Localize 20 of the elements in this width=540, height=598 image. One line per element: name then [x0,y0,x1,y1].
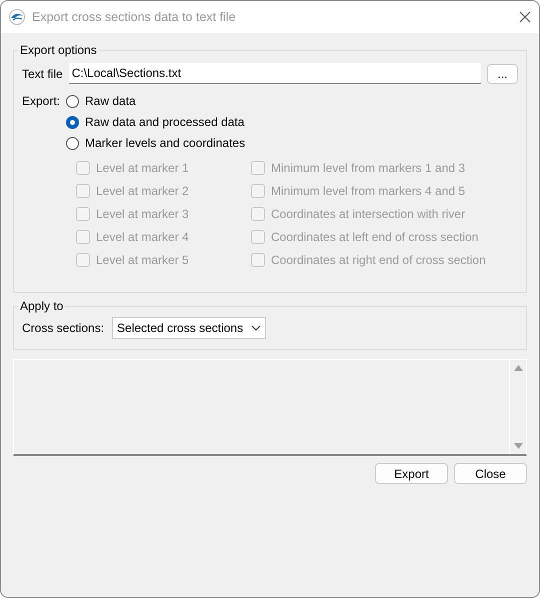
group-title: Apply to [19,299,64,313]
app-logo-icon [9,9,25,25]
dialog-button[interactable]: Close [454,463,527,484]
field-label: Cross sections: [22,321,104,335]
radio-button[interactable]: Raw data and processed data [66,115,518,129]
browse-button[interactable]: ... [487,64,518,84]
cross-sections-dropdown[interactable]: Selected cross sections [112,317,266,339]
scroll-down-icon[interactable] [514,443,522,449]
field-label: Export: [22,94,62,108]
dialog-button[interactable]: Export [375,463,448,484]
scroll-up-icon[interactable] [514,365,522,371]
radio-button[interactable]: Marker levels and coordinates [66,136,518,150]
radio-button[interactable]: Raw data [66,94,518,108]
chevron-down-icon [251,325,262,331]
text-file-field[interactable]: C:\Local\Sections.txt [68,63,481,84]
window-title: Export cross sections data to text file [32,10,237,24]
group-title: Export options [19,43,98,57]
field-label: Text file [22,66,63,80]
close-icon[interactable] [519,11,531,23]
scrollbar[interactable] [509,360,526,454]
